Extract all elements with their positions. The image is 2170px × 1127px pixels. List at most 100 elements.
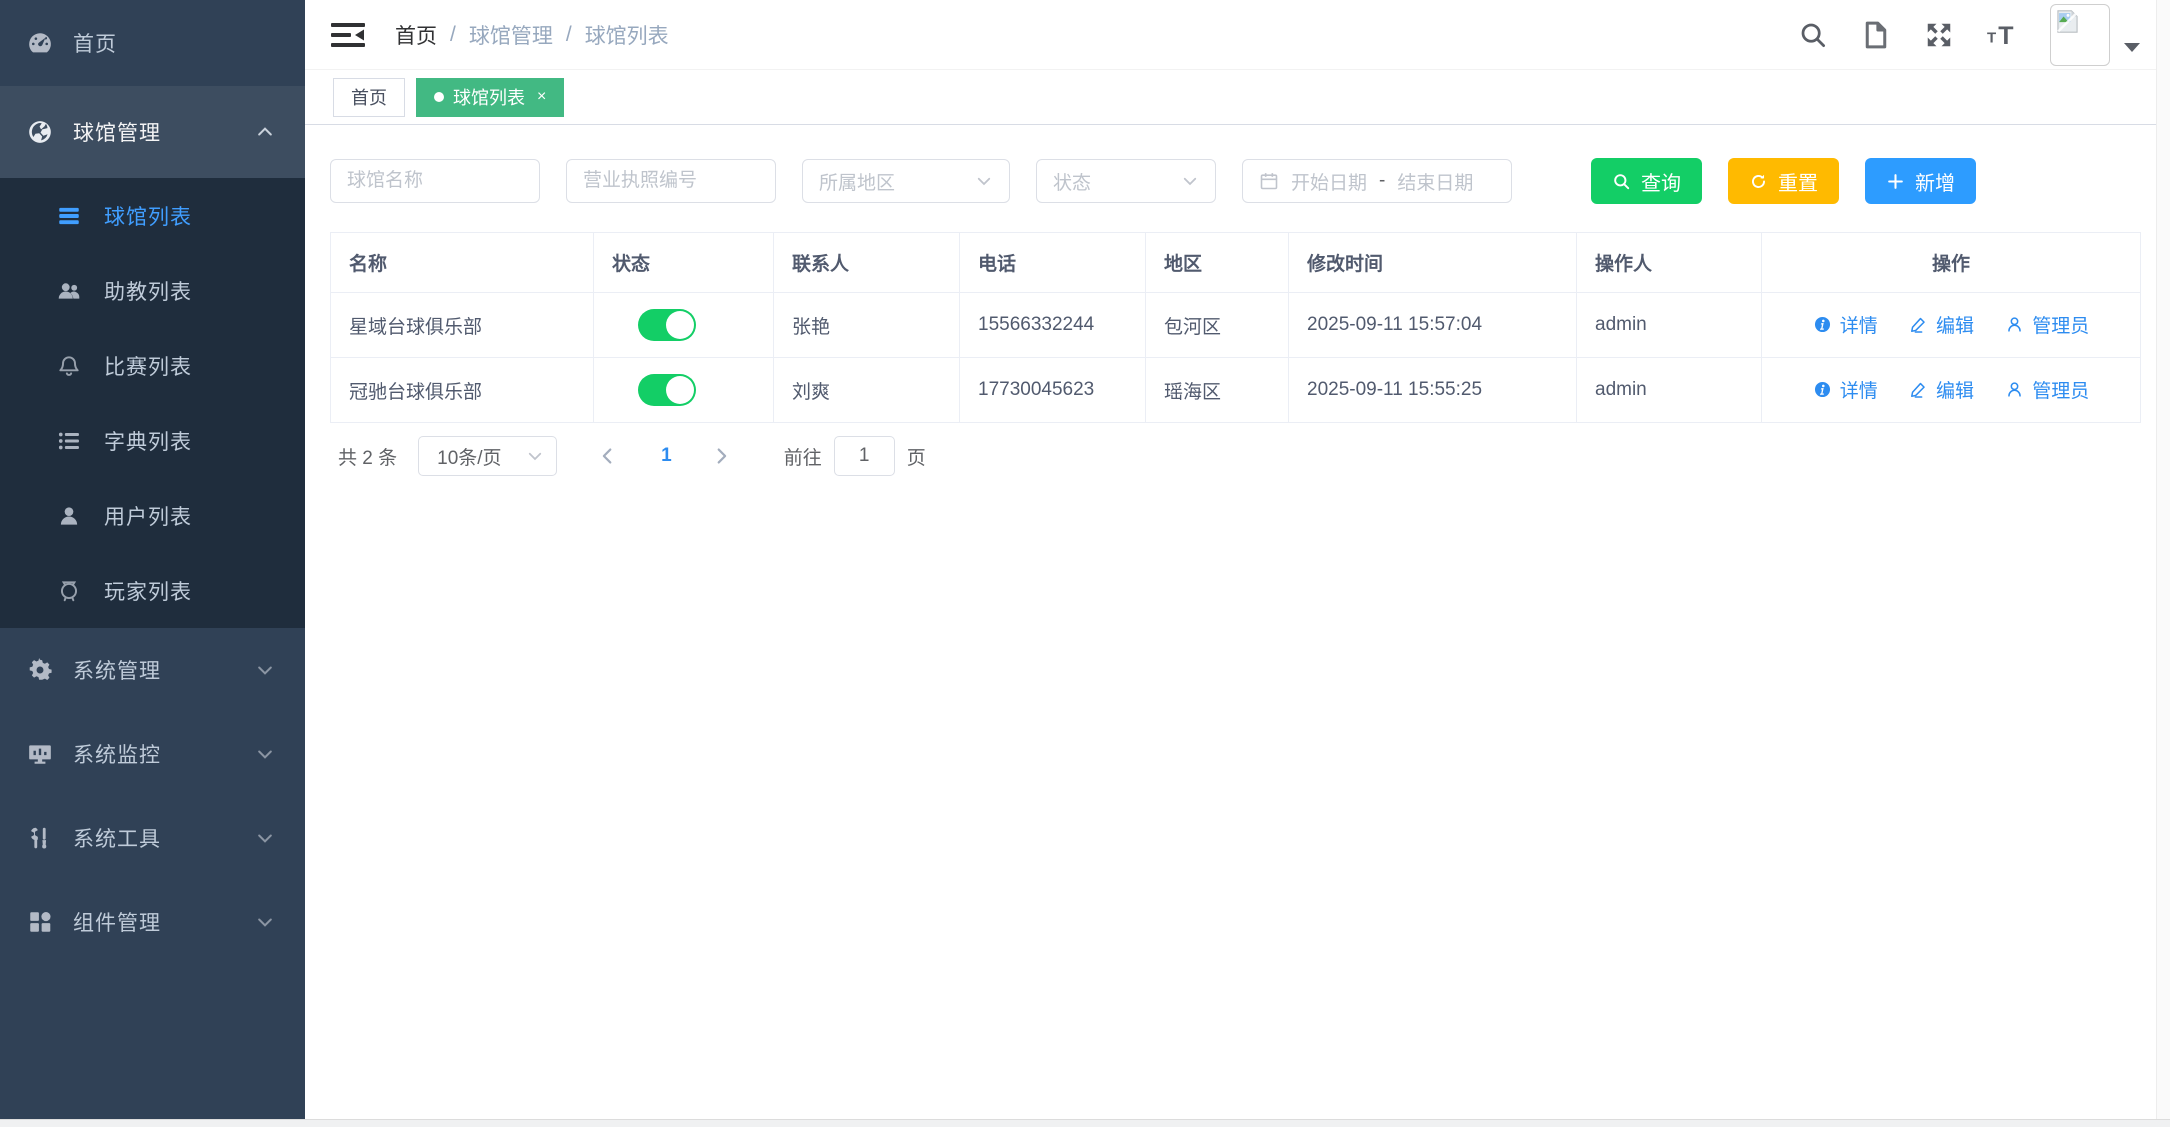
svg-text:T: T [1987,29,1996,46]
chevron-down-icon [1181,172,1199,190]
status-select[interactable]: 状态 [1036,159,1216,203]
col-header-name: 名称 [331,233,594,293]
sidebar-item-component-management[interactable]: 组件管理 [0,880,305,964]
chevron-down-icon [526,447,544,465]
breadcrumb-home[interactable]: 首页 [395,20,437,50]
venue-name-field [330,159,540,203]
sidebar-item-label: 组件管理 [73,907,255,937]
license-number-input[interactable] [583,170,759,192]
chevron-down-icon [255,912,275,932]
sidebar-item-player-list[interactable]: 玩家列表 [0,553,305,628]
page-number-1[interactable]: 1 [661,445,672,467]
reset-button[interactable]: 重置 [1728,158,1839,204]
goto-label: 前往 [784,443,822,470]
sidebar-fold-icon[interactable] [331,21,365,49]
docs-icon[interactable] [1861,20,1891,50]
sidebar-item-system-monitor[interactable]: 系统监控 [0,712,305,796]
admin-link[interactable]: 管理员 [2005,376,2089,403]
fullscreen-icon[interactable] [1924,20,1954,50]
scrollbar-track[interactable] [2156,0,2170,1119]
cell-status [594,358,774,423]
tab-close-icon[interactable]: × [537,89,546,105]
pagination-total: 共 2 条 [338,443,397,470]
avatar [2050,4,2110,66]
sidebar-item-label: 系统监控 [73,739,255,769]
breadcrumb-venue-management[interactable]: 球馆管理 [469,20,553,50]
venue-name-input[interactable] [347,170,523,192]
prev-page-icon[interactable] [597,445,619,467]
table-header-row: 名称 状态 联系人 电话 地区 修改时间 操作人 操作 [331,233,2141,293]
sidebar-item-dict-list[interactable]: 字典列表 [0,403,305,478]
detail-link[interactable]: 详情 [1813,376,1878,403]
tab-home[interactable]: 首页 [333,78,405,117]
add-button[interactable]: 新增 [1865,158,1976,204]
sidebar-item-home[interactable]: 首页 [0,0,305,86]
bell-icon [56,353,82,379]
cell-venue-name: 星域台球俱乐部 [331,293,594,358]
page-size-select[interactable]: 10条/页 [418,436,557,476]
sidebar-item-label: 用户列表 [104,501,275,531]
sidebar-item-match-list[interactable]: 比赛列表 [0,328,305,403]
page-unit-label: 页 [907,443,926,470]
sidebar-item-user-list[interactable]: 用户列表 [0,478,305,553]
next-page-icon[interactable] [710,445,732,467]
page-content: 所属地区 状态 开始日期 - 结束日期 [305,125,2170,476]
svg-text:T: T [1998,21,2013,49]
edit-link-label: 编辑 [1936,376,1974,403]
cell-actions: 详情 编辑 管理员 [1762,358,2141,423]
user-avatar-dropdown[interactable] [2050,4,2140,66]
sidebar-item-label: 首页 [73,28,275,58]
edit-link[interactable]: 编辑 [1909,311,1974,338]
cell-phone: 15566332244 [960,293,1146,358]
goto-page-input[interactable] [834,436,895,476]
region-select[interactable]: 所属地区 [802,159,1010,203]
people-icon [56,278,82,304]
search-button[interactable]: 查询 [1591,158,1702,204]
col-header-actions: 操作 [1762,233,2141,293]
breadcrumb-separator: / [566,23,572,47]
filter-bar: 所属地区 状态 开始日期 - 结束日期 [330,158,2140,204]
bottom-edge [0,1119,2170,1127]
navbar-actions: T T [1798,4,2140,66]
tools-icon [27,825,53,851]
admin-link[interactable]: 管理员 [2005,311,2089,338]
sidebar-item-system-management[interactable]: 系统管理 [0,628,305,712]
tab-venue-list[interactable]: 球馆列表 × [416,78,564,117]
status-toggle[interactable] [638,374,696,406]
dashboard-icon [27,30,53,56]
sidebar-item-label: 玩家列表 [104,576,275,606]
cell-contact: 张艳 [774,293,960,358]
sidebar-item-label: 助教列表 [104,276,275,306]
reset-button-label: 重置 [1778,167,1818,196]
font-size-icon[interactable]: T T [1987,20,2017,50]
tab-label: 球馆列表 [453,84,525,110]
sidebar-item-system-tools[interactable]: 系统工具 [0,796,305,880]
start-date-placeholder: 开始日期 [1291,168,1367,195]
cell-venue-name: 冠驰台球俱乐部 [331,358,594,423]
monitor-icon [27,741,53,767]
detail-link[interactable]: 详情 [1813,311,1878,338]
col-header-phone: 电话 [960,233,1146,293]
cell-status [594,293,774,358]
table-row: 冠驰台球俱乐部 刘爽 17730045623 瑶海区 2025-09-11 15… [331,358,2141,423]
sidebar-item-venue-list[interactable]: 球馆列表 [0,178,305,253]
col-header-district: 地区 [1146,233,1289,293]
caret-down-icon [2124,43,2140,52]
sidebar-item-assistant-list[interactable]: 助教列表 [0,253,305,328]
cell-operator: admin [1577,358,1762,423]
tab-label: 首页 [351,84,387,110]
region-select-placeholder: 所属地区 [819,168,895,195]
tags-view: 首页 球馆列表 × [305,70,2170,125]
chevron-down-icon [255,660,275,680]
watch-icon [56,578,82,604]
edit-link[interactable]: 编辑 [1909,376,1974,403]
search-icon[interactable] [1798,20,1828,50]
add-button-label: 新增 [1915,167,1955,196]
sidebar-item-label: 系统管理 [73,655,255,685]
breadcrumb-venue-list: 球馆列表 [585,20,669,50]
chevron-up-icon [255,122,275,142]
main-area: 首页 / 球馆管理 / 球馆列表 [305,0,2170,1119]
status-toggle[interactable] [638,309,696,341]
sidebar-item-venue-management[interactable]: 球馆管理 [0,86,305,178]
date-range-picker[interactable]: 开始日期 - 结束日期 [1242,159,1512,203]
